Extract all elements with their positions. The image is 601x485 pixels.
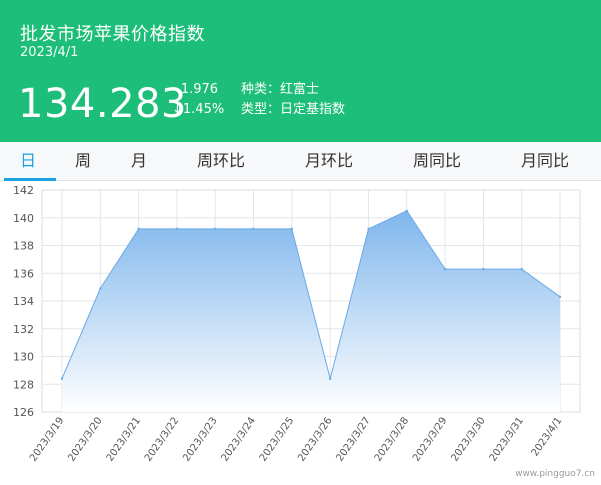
price-index-chart: 126128130132134136138140142 2023/3/19 202…	[13, 184, 581, 464]
variety-label: 种类：红富士	[241, 82, 320, 97]
data-point	[290, 227, 294, 231]
x-tick-label: 2023/3/22	[143, 415, 181, 463]
y-tick-label: 134	[13, 295, 34, 308]
tab-week-mom[interactable]: 周环比	[197, 142, 245, 180]
data-point	[214, 227, 217, 231]
period-tabs: 日 周 月 周环比 月环比 周同比 月同比	[0, 142, 601, 181]
x-tick-label: 2023/3/30	[449, 415, 487, 463]
tab-month[interactable]: 月	[131, 142, 147, 180]
x-tick-label: 2023/3/21	[105, 415, 143, 463]
x-tick-label: 2023/3/28	[373, 415, 411, 463]
x-tick-label: 2023/3/20	[66, 415, 104, 463]
y-tick-label: 128	[13, 378, 34, 391]
y-tick-label: 142	[13, 184, 34, 197]
data-point	[328, 377, 332, 380]
data-point	[405, 209, 408, 213]
x-tick-label: 2023/3/31	[488, 415, 526, 463]
x-tick-label: 2023/3/23	[181, 415, 219, 463]
active-tab-indicator	[4, 178, 56, 181]
change-percent: ↓1.45%	[172, 102, 225, 117]
x-tick-label: 2023/3/25	[258, 415, 296, 463]
x-tick-label: 2023/3/27	[334, 415, 372, 463]
tab-week[interactable]: 周	[75, 142, 91, 180]
header: 批发市场苹果价格指数 2023/4/1 134.283 - 1.976 ↓1.4…	[0, 0, 601, 142]
tab-month-yoy[interactable]: 月同比	[521, 142, 569, 180]
y-tick-label: 136	[13, 267, 34, 280]
date-label: 2023/4/1	[20, 45, 79, 60]
data-point	[482, 267, 485, 271]
y-tick-label: 132	[13, 323, 34, 336]
y-tick-label: 138	[13, 240, 34, 253]
area-fill	[62, 210, 560, 412]
x-tick-label: 2023/4/1	[530, 415, 565, 458]
data-point	[443, 267, 447, 271]
x-tick-label: 2023/3/19	[28, 415, 66, 463]
data-point	[60, 377, 64, 380]
data-point	[558, 295, 562, 299]
change-absolute: - 1.976	[172, 82, 219, 97]
x-tick-label: 2023/3/29	[411, 415, 449, 463]
x-tick-label: 2023/3/26	[296, 415, 334, 463]
meta-block: 种类：红富士 类型：日定基指数	[241, 80, 345, 120]
data-point	[367, 227, 370, 231]
data-point	[137, 227, 140, 231]
data-point	[252, 227, 255, 231]
y-tick-label: 140	[13, 212, 34, 225]
y-tick-label: 126	[13, 406, 34, 419]
data-point	[99, 287, 102, 290]
tab-day[interactable]: 日	[20, 142, 36, 180]
index-value: 134.283	[18, 81, 187, 127]
x-tick-label: 2023/3/24	[220, 415, 258, 463]
data-point	[520, 267, 523, 271]
data-point	[175, 227, 179, 231]
type-label: 类型：日定基指数	[241, 102, 346, 117]
page-title: 批发市场苹果价格指数	[20, 24, 205, 45]
change-block: - 1.976 ↓1.45%	[172, 80, 224, 120]
tab-week-yoy[interactable]: 周同比	[413, 142, 461, 180]
watermark: www.pingguo7.cn	[515, 469, 595, 479]
tab-month-mom[interactable]: 月环比	[305, 142, 353, 180]
y-tick-label: 130	[13, 351, 34, 364]
